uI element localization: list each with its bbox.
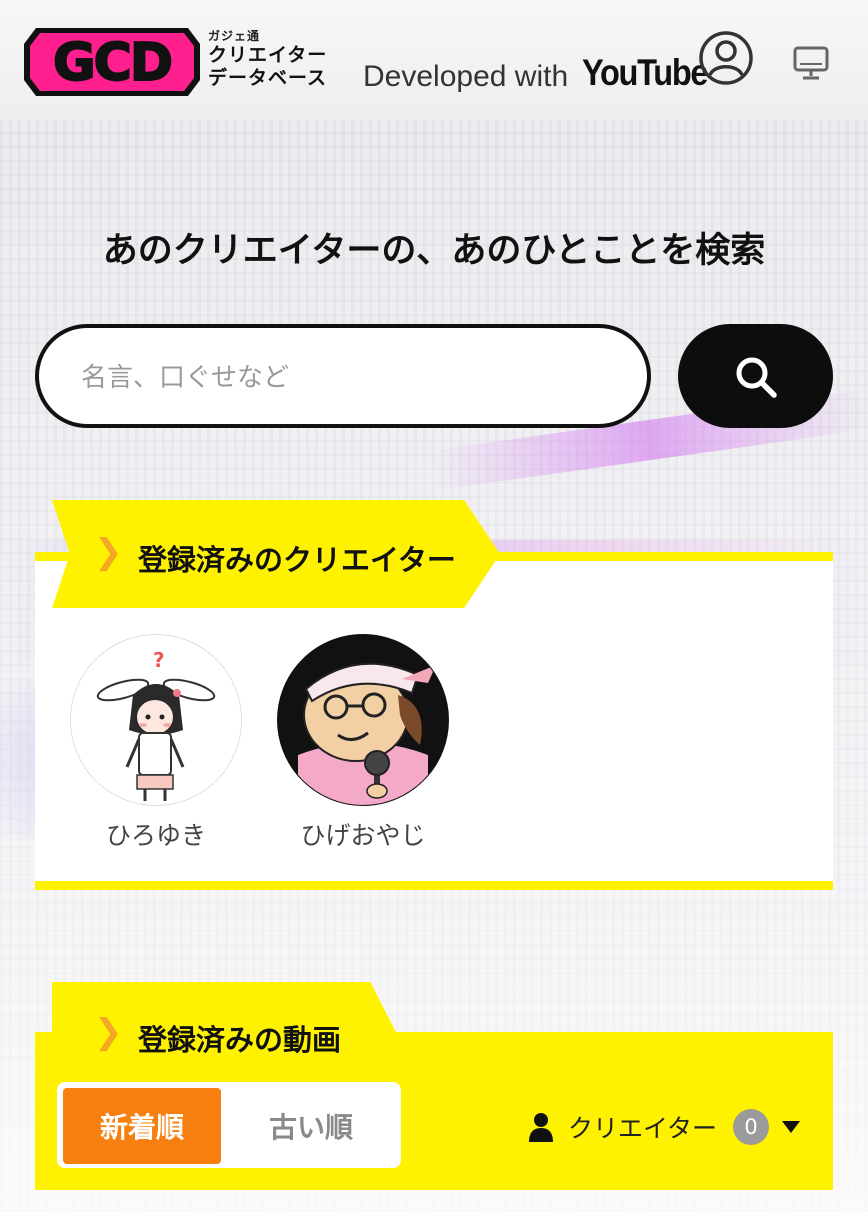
search-icon [736, 357, 777, 398]
creator-card-higeoyaji[interactable]: ひげおやじ [277, 634, 449, 852]
developed-with-text: Developed with [363, 60, 569, 93]
creator-filter-dropdown[interactable]: クリエイター 0 [528, 1106, 801, 1148]
avatar[interactable]: ? [70, 634, 242, 806]
chevron-right-icon: ❯ [94, 1012, 123, 1052]
logo-sub-small: ガジェ通 [208, 29, 261, 43]
search-input[interactable] [79, 356, 603, 400]
creator-hiroyuki-illustration: ? [71, 635, 241, 805]
person-icon [529, 1113, 553, 1142]
logo-letters: GCD [53, 33, 171, 93]
creators-section-title: 登録済みのクリエイター [138, 543, 456, 577]
youtube-wordmark: YouTube [582, 52, 709, 93]
search-button[interactable] [678, 324, 833, 428]
sort-newest-button[interactable]: 新着順 [63, 1088, 221, 1164]
search-field[interactable] [35, 324, 651, 428]
creator-higeoyaji-illustration [278, 635, 448, 805]
sort-toggle: 新着順 古い順 [57, 1082, 401, 1168]
creator-card-hiroyuki[interactable]: ? ひろゆき [70, 634, 242, 852]
logo-sub-line2: データベース [208, 67, 328, 89]
monitor-icon[interactable] [792, 44, 830, 82]
chevron-right-icon: ❯ [94, 532, 123, 572]
caret-down-icon [782, 1121, 801, 1133]
site-header: GCD ガジェ通 クリエイター データベース Developed with Yo… [0, 0, 868, 120]
creator-filter-count-badge: 0 [733, 1109, 770, 1145]
creator-name[interactable]: ひげおやじ [277, 816, 449, 852]
svg-text:?: ? [153, 648, 165, 672]
creator-name[interactable]: ひろゆき [70, 816, 242, 852]
logo-subtitle: ガジェ通 クリエイター データベース [208, 30, 327, 88]
page-headline: あのクリエイターの、あのひとことを検索 [102, 231, 766, 271]
logo-sub-line1: クリエイター [208, 44, 328, 66]
creator-filter-label: クリエイター [568, 1114, 718, 1143]
user-circle-icon[interactable] [698, 30, 754, 86]
gcd-logo[interactable]: GCD [22, 24, 202, 100]
videos-section-title: 登録済みの動画 [138, 1023, 342, 1057]
avatar[interactable] [277, 634, 449, 806]
sort-oldest-button[interactable]: 古い順 [227, 1088, 395, 1164]
